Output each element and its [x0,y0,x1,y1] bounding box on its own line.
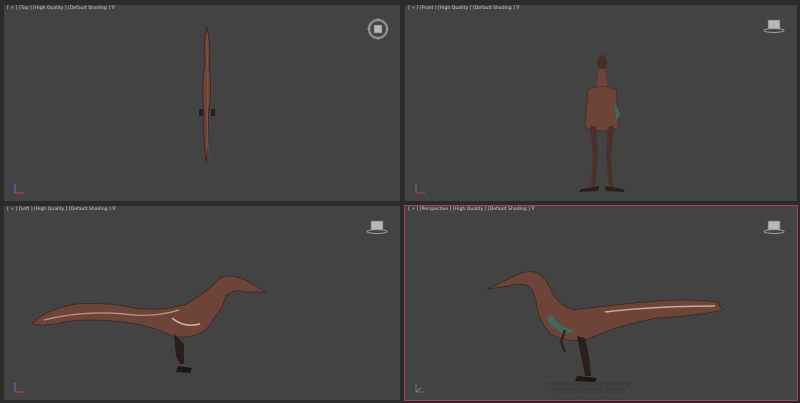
viewport-front[interactable]: [ + ] [Front ] [High Quality ] [Default … [404,4,798,202]
axis-tripod-icon [415,383,425,393]
model-perspective-view[interactable] [405,206,798,401]
viewport-left[interactable]: [ + ] [Left ] [High Quality ] [Default S… [3,205,401,401]
viewport-workspace: [ + ] [Top ] [High Quality ] [Default Sh… [0,0,800,403]
viewport-top[interactable]: [ + ] [Top ] [High Quality ] [Default Sh… [3,4,401,202]
axis-tripod-icon [14,184,24,194]
axis-tripod-icon [14,383,24,393]
model-top-view[interactable] [4,5,401,202]
viewport-perspective[interactable]: [ + ] [Perspective ] [High Quality ] [De… [404,205,798,401]
model-front-view[interactable] [405,5,798,202]
axis-tripod-icon [415,184,425,194]
model-left-view[interactable] [4,206,401,401]
ground-grid [544,380,636,395]
